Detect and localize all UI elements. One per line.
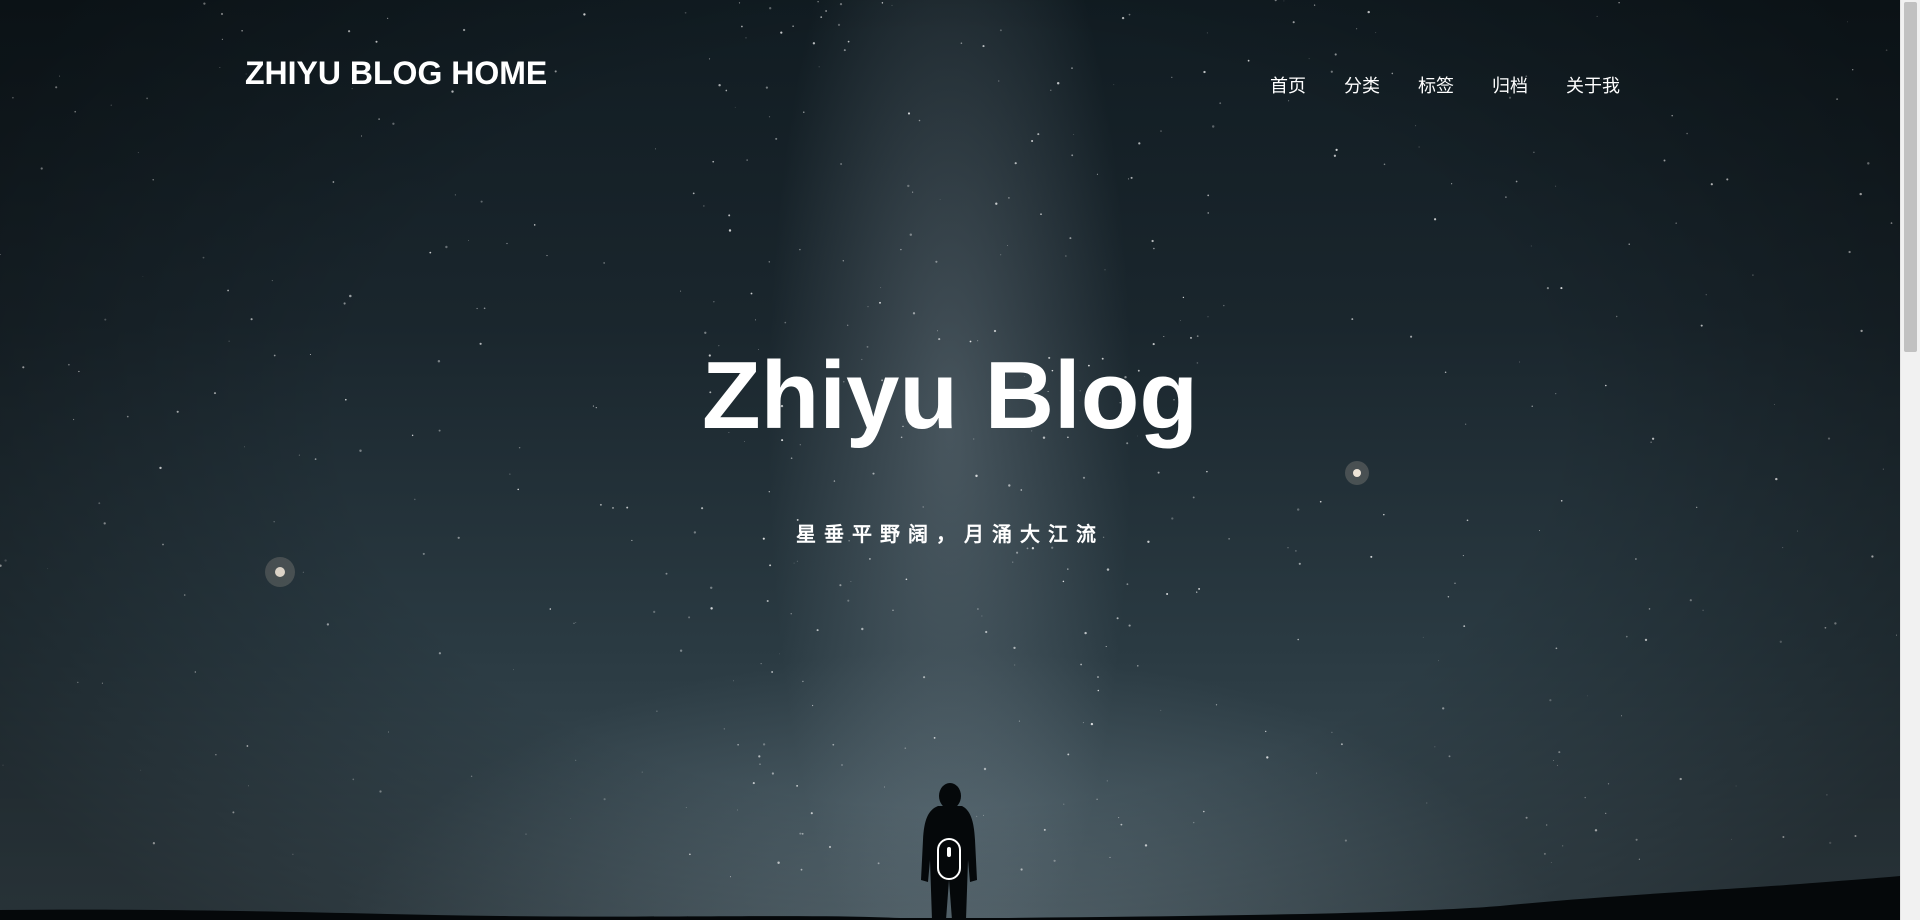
hero-subtitle: 星垂平野阔，月涌大江流 — [796, 522, 1104, 546]
hero-title: Zhiyu Blog — [702, 342, 1198, 449]
nav-item-about: 关于我 — [1566, 72, 1620, 98]
mouse-wheel-icon — [947, 847, 951, 857]
hero-section: ZHIYU BLOG HOME 首页 分类 标签 归档 关于我 Zhiyu Bl… — [0, 0, 1900, 920]
page-scrollbar[interactable] — [1900, 0, 1920, 920]
nav-link-tags[interactable]: 标签 — [1418, 76, 1454, 97]
nav-link-categories[interactable]: 分类 — [1344, 76, 1380, 97]
nav-link-archives[interactable]: 归档 — [1492, 76, 1528, 97]
main-nav: 首页 分类 标签 归档 关于我 — [1270, 72, 1620, 98]
nav-item-categories: 分类 — [1344, 72, 1380, 98]
site-brand-link[interactable]: ZHIYU BLOG HOME — [245, 55, 547, 92]
nav-item-home: 首页 — [1270, 72, 1306, 98]
scrollbar-thumb[interactable] — [1904, 2, 1917, 352]
nav-link-about[interactable]: 关于我 — [1566, 76, 1620, 97]
nav-link-home[interactable]: 首页 — [1270, 76, 1306, 97]
nav-item-archives: 归档 — [1492, 72, 1528, 98]
mouse-scroll-icon[interactable] — [937, 838, 961, 880]
page-viewport: ZHIYU BLOG HOME 首页 分类 标签 归档 关于我 Zhiyu Bl… — [0, 0, 1920, 920]
nav-item-tags: 标签 — [1418, 72, 1454, 98]
